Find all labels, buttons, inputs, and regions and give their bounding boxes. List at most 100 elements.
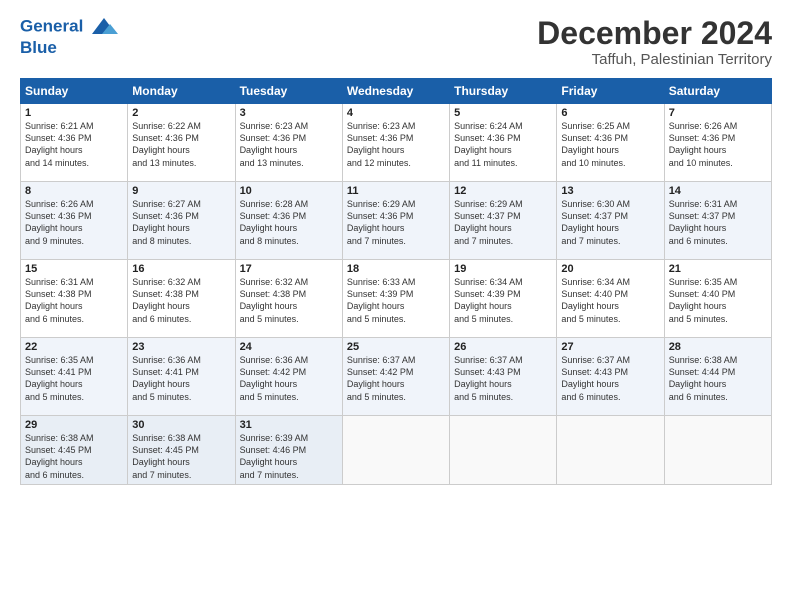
calendar-cell: 30 Sunrise: 6:38 AM Sunset: 4:45 PM Dayl… [128,416,235,485]
logo-icon [90,16,118,38]
day-info: Sunrise: 6:22 AM Sunset: 4:36 PM Dayligh… [132,120,230,169]
calendar-cell [557,416,664,485]
calendar-week-row: 29 Sunrise: 6:38 AM Sunset: 4:45 PM Dayl… [21,416,772,485]
calendar-cell: 16 Sunrise: 6:32 AM Sunset: 4:38 PM Dayl… [128,260,235,338]
day-info: Sunrise: 6:38 AM Sunset: 4:45 PM Dayligh… [25,432,123,481]
logo-general: General [20,16,83,35]
logo-text: General [20,16,118,38]
day-info: Sunrise: 6:25 AM Sunset: 4:36 PM Dayligh… [561,120,659,169]
calendar-cell: 21 Sunrise: 6:35 AM Sunset: 4:40 PM Dayl… [664,260,771,338]
calendar-table: SundayMondayTuesdayWednesdayThursdayFrid… [20,78,772,485]
logo: General Blue [20,16,118,58]
calendar-cell: 2 Sunrise: 6:22 AM Sunset: 4:36 PM Dayli… [128,104,235,182]
day-info: Sunrise: 6:24 AM Sunset: 4:36 PM Dayligh… [454,120,552,169]
header: General Blue December 2024 Taffuh, Pales… [20,16,772,68]
day-number: 29 [25,419,123,431]
calendar-cell: 27 Sunrise: 6:37 AM Sunset: 4:43 PM Dayl… [557,338,664,416]
calendar-day-header: Sunday [21,79,128,104]
calendar-cell: 15 Sunrise: 6:31 AM Sunset: 4:38 PM Dayl… [21,260,128,338]
day-info: Sunrise: 6:27 AM Sunset: 4:36 PM Dayligh… [132,198,230,247]
day-number: 2 [132,107,230,119]
logo-blue: Blue [20,38,118,58]
calendar-cell: 12 Sunrise: 6:29 AM Sunset: 4:37 PM Dayl… [450,182,557,260]
day-info: Sunrise: 6:39 AM Sunset: 4:46 PM Dayligh… [240,432,338,481]
month-title: December 2024 [537,16,772,51]
calendar-cell: 20 Sunrise: 6:34 AM Sunset: 4:40 PM Dayl… [557,260,664,338]
day-number: 9 [132,185,230,197]
calendar-cell: 11 Sunrise: 6:29 AM Sunset: 4:36 PM Dayl… [342,182,449,260]
location-title: Taffuh, Palestinian Territory [537,51,772,68]
day-info: Sunrise: 6:38 AM Sunset: 4:45 PM Dayligh… [132,432,230,481]
day-number: 7 [669,107,767,119]
calendar-week-row: 1 Sunrise: 6:21 AM Sunset: 4:36 PM Dayli… [21,104,772,182]
day-info: Sunrise: 6:31 AM Sunset: 4:37 PM Dayligh… [669,198,767,247]
calendar-cell: 1 Sunrise: 6:21 AM Sunset: 4:36 PM Dayli… [21,104,128,182]
day-info: Sunrise: 6:30 AM Sunset: 4:37 PM Dayligh… [561,198,659,247]
calendar-cell: 23 Sunrise: 6:36 AM Sunset: 4:41 PM Dayl… [128,338,235,416]
day-number: 20 [561,263,659,275]
day-info: Sunrise: 6:36 AM Sunset: 4:42 PM Dayligh… [240,354,338,403]
day-number: 3 [240,107,338,119]
calendar-cell: 9 Sunrise: 6:27 AM Sunset: 4:36 PM Dayli… [128,182,235,260]
day-number: 27 [561,341,659,353]
day-number: 25 [347,341,445,353]
calendar-cell: 24 Sunrise: 6:36 AM Sunset: 4:42 PM Dayl… [235,338,342,416]
day-info: Sunrise: 6:32 AM Sunset: 4:38 PM Dayligh… [240,276,338,325]
title-block: December 2024 Taffuh, Palestinian Territ… [537,16,772,68]
calendar-cell: 6 Sunrise: 6:25 AM Sunset: 4:36 PM Dayli… [557,104,664,182]
day-number: 24 [240,341,338,353]
calendar-day-header: Wednesday [342,79,449,104]
day-info: Sunrise: 6:23 AM Sunset: 4:36 PM Dayligh… [240,120,338,169]
day-number: 19 [454,263,552,275]
calendar-cell [664,416,771,485]
calendar-cell: 22 Sunrise: 6:35 AM Sunset: 4:41 PM Dayl… [21,338,128,416]
day-number: 21 [669,263,767,275]
day-number: 12 [454,185,552,197]
day-number: 15 [25,263,123,275]
day-number: 22 [25,341,123,353]
day-info: Sunrise: 6:38 AM Sunset: 4:44 PM Dayligh… [669,354,767,403]
day-info: Sunrise: 6:26 AM Sunset: 4:36 PM Dayligh… [669,120,767,169]
day-info: Sunrise: 6:28 AM Sunset: 4:36 PM Dayligh… [240,198,338,247]
day-number: 5 [454,107,552,119]
calendar-cell: 31 Sunrise: 6:39 AM Sunset: 4:46 PM Dayl… [235,416,342,485]
calendar-cell: 26 Sunrise: 6:37 AM Sunset: 4:43 PM Dayl… [450,338,557,416]
day-info: Sunrise: 6:36 AM Sunset: 4:41 PM Dayligh… [132,354,230,403]
calendar-week-row: 22 Sunrise: 6:35 AM Sunset: 4:41 PM Dayl… [21,338,772,416]
day-info: Sunrise: 6:21 AM Sunset: 4:36 PM Dayligh… [25,120,123,169]
day-number: 8 [25,185,123,197]
day-number: 23 [132,341,230,353]
day-number: 18 [347,263,445,275]
calendar-cell: 4 Sunrise: 6:23 AM Sunset: 4:36 PM Dayli… [342,104,449,182]
day-info: Sunrise: 6:37 AM Sunset: 4:43 PM Dayligh… [454,354,552,403]
calendar-day-header: Saturday [664,79,771,104]
calendar-cell: 3 Sunrise: 6:23 AM Sunset: 4:36 PM Dayli… [235,104,342,182]
day-info: Sunrise: 6:29 AM Sunset: 4:37 PM Dayligh… [454,198,552,247]
calendar-day-header: Tuesday [235,79,342,104]
calendar-day-header: Monday [128,79,235,104]
calendar-day-header: Friday [557,79,664,104]
day-number: 30 [132,419,230,431]
day-number: 14 [669,185,767,197]
day-info: Sunrise: 6:33 AM Sunset: 4:39 PM Dayligh… [347,276,445,325]
day-info: Sunrise: 6:34 AM Sunset: 4:40 PM Dayligh… [561,276,659,325]
calendar-cell: 10 Sunrise: 6:28 AM Sunset: 4:36 PM Dayl… [235,182,342,260]
day-number: 16 [132,263,230,275]
calendar-cell: 17 Sunrise: 6:32 AM Sunset: 4:38 PM Dayl… [235,260,342,338]
day-number: 31 [240,419,338,431]
day-number: 10 [240,185,338,197]
day-info: Sunrise: 6:37 AM Sunset: 4:42 PM Dayligh… [347,354,445,403]
day-number: 6 [561,107,659,119]
day-info: Sunrise: 6:35 AM Sunset: 4:41 PM Dayligh… [25,354,123,403]
page: General Blue December 2024 Taffuh, Pales… [0,0,792,612]
day-info: Sunrise: 6:32 AM Sunset: 4:38 PM Dayligh… [132,276,230,325]
day-info: Sunrise: 6:35 AM Sunset: 4:40 PM Dayligh… [669,276,767,325]
calendar-cell: 8 Sunrise: 6:26 AM Sunset: 4:36 PM Dayli… [21,182,128,260]
calendar-cell: 28 Sunrise: 6:38 AM Sunset: 4:44 PM Dayl… [664,338,771,416]
calendar-header-row: SundayMondayTuesdayWednesdayThursdayFrid… [21,79,772,104]
day-info: Sunrise: 6:37 AM Sunset: 4:43 PM Dayligh… [561,354,659,403]
day-info: Sunrise: 6:29 AM Sunset: 4:36 PM Dayligh… [347,198,445,247]
day-info: Sunrise: 6:26 AM Sunset: 4:36 PM Dayligh… [25,198,123,247]
day-number: 28 [669,341,767,353]
day-number: 17 [240,263,338,275]
